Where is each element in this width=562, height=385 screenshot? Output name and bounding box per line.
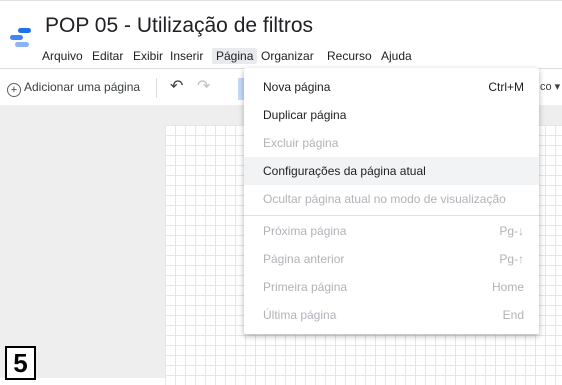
step-number-badge: 5 xyxy=(5,346,36,380)
menu-item-primeira-pagina: Primeira página Home xyxy=(244,273,539,301)
menu-item-ocultar-pagina: Ocultar página atual no modo de visualiz… xyxy=(244,185,539,213)
menu-inserir[interactable]: Inserir xyxy=(166,48,207,64)
menu-editar[interactable]: Editar xyxy=(88,48,127,64)
menu-item-excluir-pagina: Excluir página xyxy=(244,129,539,157)
menu-item-label: Última página xyxy=(263,308,337,322)
report-title[interactable]: POP 05 - Utilização de filtros xyxy=(45,14,313,38)
menu-item-nova-pagina[interactable]: Nova página Ctrl+M xyxy=(244,73,539,101)
add-page-button[interactable]: + Adicionar uma página xyxy=(7,80,140,97)
menu-organizar[interactable]: Organizar xyxy=(257,48,318,64)
menu-pagina[interactable]: Página xyxy=(212,48,258,64)
page-menu-dropdown: Nova página Ctrl+M Duplicar página Exclu… xyxy=(244,68,539,334)
menu-item-duplicar-pagina[interactable]: Duplicar página xyxy=(244,101,539,129)
top-border xyxy=(0,0,562,1)
undo-icon[interactable]: ↶ xyxy=(170,76,183,96)
menu-item-label: Duplicar página xyxy=(263,108,347,122)
menu-item-label: Ocultar página atual no modo de visualiz… xyxy=(263,192,506,206)
add-circle-icon: + xyxy=(7,83,21,97)
menu-item-shortcut: Ctrl+M xyxy=(488,80,524,94)
menu-item-label: Excluir página xyxy=(263,136,339,150)
theme-dropdown-button[interactable]: co ▾ xyxy=(540,80,560,93)
menu-item-shortcut: Home xyxy=(491,280,524,294)
menu-item-proxima-pagina: Próxima página Pg-↓ xyxy=(244,217,539,245)
toolbar-divider xyxy=(156,78,157,98)
menu-item-label: Página anterior xyxy=(263,252,345,266)
add-page-label: Adicionar uma página xyxy=(24,80,141,94)
menu-exibir[interactable]: Exibir xyxy=(129,48,167,64)
menu-item-ultima-pagina: Última página End xyxy=(244,301,539,329)
menu-ajuda[interactable]: Ajuda xyxy=(377,48,416,64)
menu-item-shortcut: End xyxy=(502,308,524,322)
menu-item-shortcut: Pg-↑ xyxy=(499,252,524,266)
menu-item-shortcut: Pg-↓ xyxy=(499,224,524,238)
menu-item-pagina-anterior: Página anterior Pg-↑ xyxy=(244,245,539,273)
menu-item-label: Próxima página xyxy=(263,224,347,238)
menu-item-label: Nova página xyxy=(263,80,331,94)
menu-item-label: Primeira página xyxy=(263,280,348,294)
menu-recurso[interactable]: Recurso xyxy=(323,48,376,64)
menu-item-label: Configurações da página atual xyxy=(263,164,426,178)
data-studio-logo-icon xyxy=(10,28,31,47)
menu-arquivo[interactable]: Arquivo xyxy=(38,48,87,64)
menu-separator xyxy=(244,215,539,216)
redo-icon[interactable]: ↷ xyxy=(197,76,210,96)
menu-item-configuracoes-pagina[interactable]: Configurações da página atual xyxy=(244,157,539,185)
